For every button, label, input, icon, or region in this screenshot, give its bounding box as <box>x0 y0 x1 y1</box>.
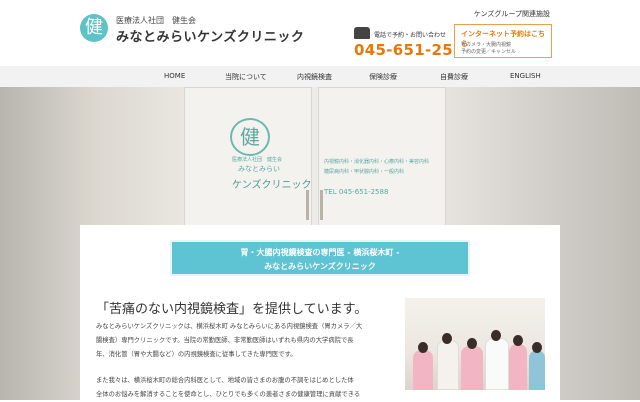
door-dept-line: 内視鏡内科・消化器内科・心療内科・美容内科 <box>324 159 430 165</box>
door-phone: TEL 045-651-2588 <box>324 188 389 196</box>
mission-paragraph-line: また我々は、横浜桜木町の総合内科医として、地域の皆さまのお腹の不調をはじめとした… <box>96 377 354 384</box>
banner-line1: 胃・大腸内視鏡検査の専門医 - 横浜桜木町 - <box>240 248 400 257</box>
nav-about[interactable]: 当院について <box>225 72 267 82</box>
staff-head <box>418 342 428 353</box>
nav-self-pay[interactable]: 自費診療 <box>440 72 468 82</box>
staff-member <box>413 350 433 390</box>
staff-head <box>491 330 501 341</box>
clinic-logo-icon[interactable]: 健 <box>80 14 108 42</box>
staff-member <box>437 340 459 390</box>
logo-subtitle: 医療法人社団 健生会 <box>116 16 196 25</box>
site-header: 健 医療法人社団 健生会 みなとみらいケンズクリニック ケンズグループ関連施設 … <box>0 0 640 66</box>
intro-paragraph-line: 腸検査）専門クリニックです。当院の常勤医師、非常勤医師はいずれも県内の大学病院で… <box>96 337 354 344</box>
door-dept-line: 糖尿病内科・甲状腺内科・一般内科 <box>324 169 405 175</box>
door-sign-line: みなとみらい <box>238 165 280 173</box>
staff-head <box>442 333 452 344</box>
reservation-line1: 胃カメラ・大腸内視鏡 <box>461 42 512 48</box>
staff-member <box>485 338 509 390</box>
main-nav: HOME 当院について 内視鏡検査 保険診療 自費診療 ENGLISH <box>0 66 640 88</box>
nav-english[interactable]: ENGLISH <box>510 72 541 80</box>
intro-paragraph-line: 年、消化管（胃や大腸など）の内視鏡検査に従事してきた専門医です。 <box>96 351 297 358</box>
staff-member <box>461 346 483 390</box>
nav-endoscopy[interactable]: 内視鏡検査 <box>297 72 332 82</box>
lead-heading: 「苦痛のない内視鏡検査」を提供しています。 <box>96 302 368 317</box>
staff-photo <box>405 298 545 390</box>
staff-member <box>509 344 527 390</box>
door-handle <box>320 190 323 220</box>
intro-banner: 胃・大腸内視鏡検査の専門医 - 横浜桜木町 - みなとみらいケンズクリニック <box>170 240 470 276</box>
door-handle <box>306 190 309 220</box>
phone-caption: 電話で予約・お問い合わせ <box>374 32 447 39</box>
logo-title[interactable]: みなとみらいケンズクリニック <box>116 26 304 45</box>
banner-line2: みなとみらいケンズクリニック <box>264 262 376 271</box>
group-facilities-link[interactable]: ケンズグループ関連施設 <box>474 9 550 19</box>
intro-paragraph-line: みなとみらいケンズクリニックは、横浜桜木町 みなとみらいにある内視鏡検査（胃カメ… <box>96 323 363 330</box>
door-sign-title: ケンズクリニック <box>232 180 312 191</box>
internet-reservation-button[interactable]: インターネット予約はこちら 胃カメラ・大腸内視鏡 予約の変更／キャンセル <box>454 24 552 58</box>
reservation-line2: 予約の変更／キャンセル <box>461 49 517 55</box>
nav-insurance[interactable]: 保険診療 <box>369 72 397 82</box>
staff-head <box>467 338 477 349</box>
door-sign-subtitle: 医療法人社団 健生会 <box>232 157 283 163</box>
staff-head <box>532 342 542 353</box>
nav-home[interactable]: HOME <box>164 72 185 80</box>
door-logo-icon: 健 <box>230 118 270 156</box>
staff-member <box>529 350 545 390</box>
phone-icon <box>354 27 370 39</box>
staff-head <box>513 335 523 346</box>
